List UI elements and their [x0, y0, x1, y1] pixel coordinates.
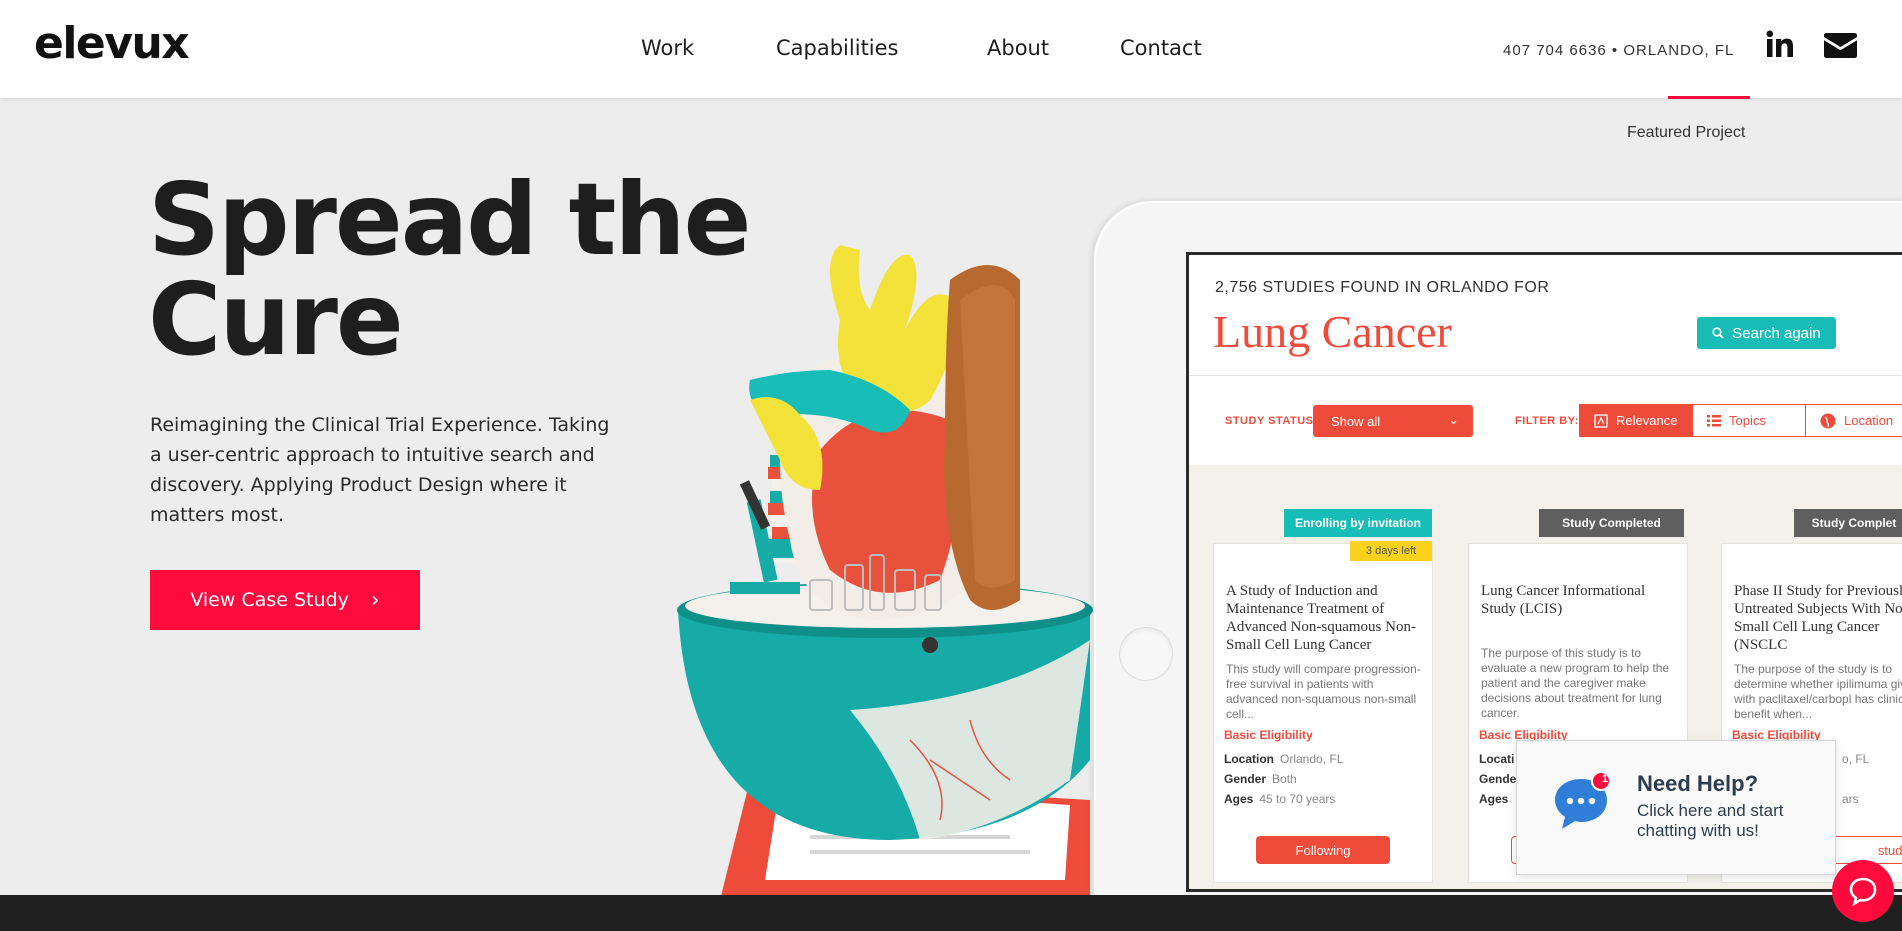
filter-by-label: FILTER BY: [1515, 415, 1579, 427]
card-1-description: This study will compare progression-free… [1226, 662, 1421, 721]
card-1-status-tag: Enrolling by invitation [1284, 509, 1432, 537]
card-1-ages: Ages 45 to 70 years [1224, 792, 1335, 806]
card-3-location-value: o, FL [1842, 752, 1870, 766]
card-2-ages: Ages [1479, 792, 1514, 806]
footer-bar [0, 895, 1902, 931]
card-1-ages-value: 45 to 70 years [1259, 792, 1336, 806]
notification-badge: 1 [1601, 773, 1609, 785]
nav-about[interactable]: About [987, 36, 1049, 60]
following-button[interactable]: Following [1256, 836, 1390, 864]
hero-title: Spread the Cure [148, 161, 751, 378]
study-status-value: Show all [1331, 413, 1381, 429]
hero-description: Reimagining the Clinical Trial Experienc… [150, 414, 610, 526]
linkedin-icon[interactable] [1766, 30, 1794, 63]
stethoscope-piece [922, 637, 938, 653]
card-1-eligibility: Basic Eligibility [1224, 728, 1313, 742]
tablet-home-button [1120, 628, 1172, 680]
card-1-gender: Gender Both [1224, 772, 1297, 786]
featured-indicator [1668, 96, 1750, 99]
card-2-gender-label: Gende [1479, 772, 1517, 786]
search-query: Lung Cancer [1213, 306, 1452, 357]
card-2-status-tag: Study Completed [1539, 509, 1684, 537]
hero-title-line1: Spread the [148, 161, 751, 278]
card-2-ages-label: Ages [1479, 792, 1509, 806]
card-1-days-left: 3 days left [1350, 541, 1432, 561]
card-1-location-label: Location [1224, 752, 1274, 766]
card-3-status-tag: Study Complet [1794, 509, 1902, 537]
divider [1189, 375, 1902, 376]
chevron-right-icon: › [370, 587, 380, 613]
globe-icon [1820, 413, 1836, 428]
search-again-button[interactable]: Search again [1697, 317, 1836, 349]
nav-contact[interactable]: Contact [1120, 36, 1202, 60]
view-case-study-button[interactable]: View Case Study › [150, 570, 420, 630]
card-1-gender-value: Both [1272, 772, 1297, 786]
help-text: Click here and start chatting with us! [1637, 801, 1784, 840]
card-3-description: The purpose of the study is to determine… [1734, 662, 1902, 721]
card-2-location: Locati [1479, 752, 1520, 766]
help-title: Need Help? [1637, 771, 1759, 796]
search-icon [1712, 327, 1724, 339]
search-again-label: Search again [1732, 324, 1821, 342]
logo[interactable]: elevux [34, 18, 190, 69]
results-count: 2,756 STUDIES FOUND IN ORLANDO FOR [1215, 279, 1550, 296]
filter-topics-label: Topics [1729, 413, 1766, 428]
filter-location-label: Location [1844, 413, 1894, 428]
card-1-ages-label: Ages [1224, 792, 1254, 806]
card-2-description: The purpose of this study is to evaluate… [1481, 646, 1670, 720]
chevron-down-icon: ⌄ [1448, 412, 1459, 427]
card-2-location-label: Locati [1479, 752, 1515, 766]
card-2-title: Lung Cancer Informational Study (LCIS) [1481, 583, 1646, 617]
filter-relevance[interactable]: Relevance [1579, 404, 1693, 437]
filter-topics[interactable]: Topics [1692, 404, 1806, 437]
nav-capabilities[interactable]: Capabilities [776, 36, 899, 60]
site-header: elevux Work Capabilities About Contact 4… [0, 0, 1902, 98]
nav-work[interactable]: Work [641, 36, 694, 60]
card-1-location: Location Orlando, FL [1224, 752, 1343, 766]
chat-launcher-button[interactable] [1832, 860, 1894, 922]
phone-location[interactable]: 407 704 6636 • ORLANDO, FL [1503, 42, 1734, 59]
card-1-gender-label: Gender [1224, 772, 1267, 786]
filter-relevance-label: Relevance [1616, 413, 1678, 428]
list-icon [1707, 414, 1721, 426]
card-1-title: A Study of Induction and Maintenance Tre… [1226, 583, 1416, 653]
chat-bubble-icon [1849, 877, 1877, 906]
study-status-label: STUDY STATUS: [1225, 415, 1318, 427]
card-3-title: Phase II Study for Previously Untreated … [1734, 583, 1902, 653]
filter-location[interactable]: Location [1805, 404, 1902, 437]
study-status-select[interactable]: Show all ⌄ [1313, 405, 1473, 437]
hero-title-line2: Cure [148, 261, 404, 378]
relevance-icon [1594, 413, 1608, 428]
featured-project-label: Featured Project [1627, 124, 1746, 141]
cta-label: View Case Study [190, 589, 349, 611]
card-1-location-value: Orlando, FL [1280, 752, 1344, 766]
mail-icon[interactable] [1824, 33, 1857, 63]
study-card-1[interactable]: A Study of Induction and Maintenance Tre… [1213, 543, 1433, 883]
heart-globe-illustration [677, 245, 1093, 900]
card-3-ages-value: ars [1842, 792, 1859, 806]
need-help-widget[interactable]: 1 Need Help? Click here and start chatti… [1516, 740, 1836, 875]
